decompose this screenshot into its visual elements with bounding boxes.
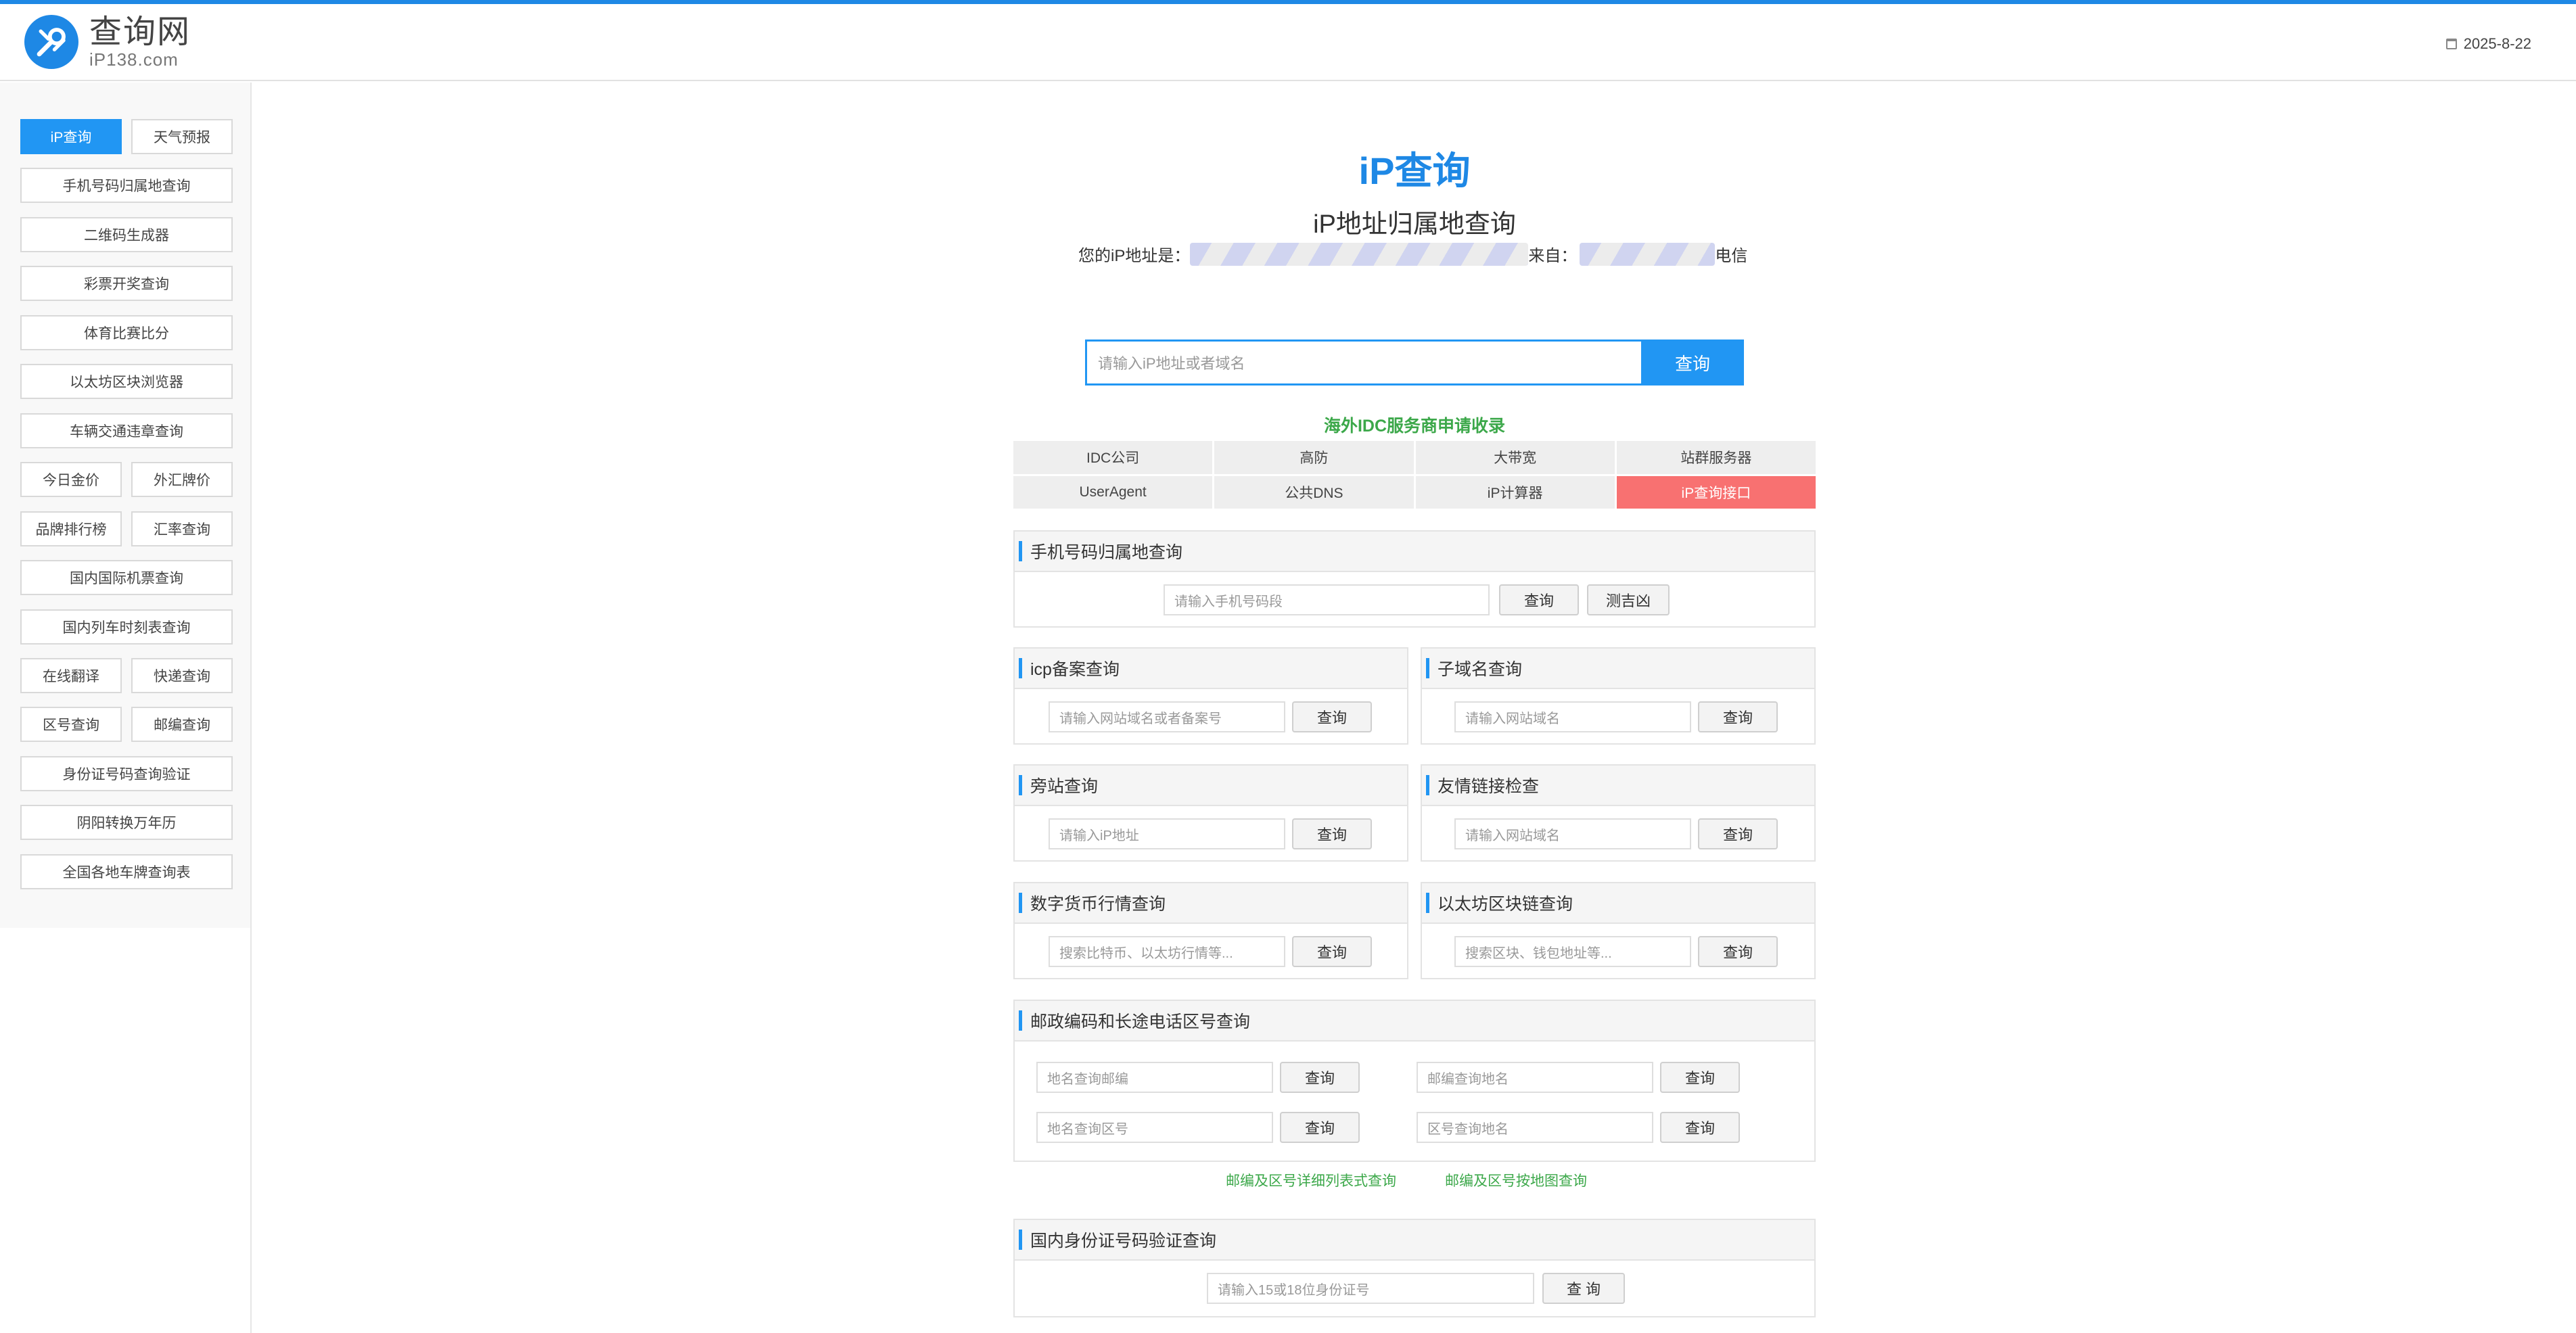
isp-text: 电信 xyxy=(1715,247,1748,265)
current-date: 2025-8-22 xyxy=(2445,35,2531,53)
sidebar: iP查询 天气预报 手机号码归属地查询 二维码生成器 彩票开奖查询 体育比赛比分… xyxy=(0,83,252,1333)
place-to-areacode-button[interactable]: 查询 xyxy=(1280,1112,1360,1143)
date-text: 2025-8-22 xyxy=(2463,35,2531,52)
subdomain-input[interactable]: 请输入网站域名 xyxy=(1454,701,1691,732)
my-ip-line: 您的iP地址是： 来自： 电信 xyxy=(1078,242,1747,266)
subdomain-panel-title: 子域名查询 xyxy=(1438,660,1523,679)
friendlink-query-button[interactable]: 查询 xyxy=(1698,818,1778,849)
sidebar-item-trains[interactable]: 国内列车时刻表查询 xyxy=(20,609,233,645)
sidebar-item-calendar[interactable]: 阴阳转换万年历 xyxy=(20,805,233,840)
wrench-logo-icon xyxy=(24,15,78,69)
eth-panel-title: 以太坊区块链查询 xyxy=(1438,895,1573,914)
crypto-input[interactable]: 搜索比特币、以太坊行情等... xyxy=(1049,936,1285,967)
phone-panel-title: 手机号码归属地查询 xyxy=(1030,543,1183,562)
sameip-panel: 旁站查询 请输入iP地址 查询 xyxy=(1013,764,1408,862)
sidebar-item-lottery[interactable]: 彩票开奖查询 xyxy=(20,266,233,301)
sidebar-item-postcode[interactable]: 邮编查询 xyxy=(131,707,233,742)
eth-panel: 以太坊区块链查询 搜索区块、钱包地址等... 查询 xyxy=(1421,882,1816,979)
idc-title[interactable]: 海外IDC服务商申请收录 xyxy=(253,413,2576,437)
sidebar-item-ethereum[interactable]: 以太坊区块浏览器 xyxy=(20,364,233,399)
logo-domain: iP138.com xyxy=(89,49,179,70)
icp-panel: icp备案查询 请输入网站域名或者备案号 查询 xyxy=(1013,647,1408,745)
from-label: 来自： xyxy=(1528,247,1578,265)
site-header: 查询网 iP138.com 2025-8-22 xyxy=(0,4,2576,81)
ip-search-input[interactable]: 请输入iP地址或者域名 xyxy=(1085,340,1641,385)
page-subtitle: iP地址归属地查询 xyxy=(1313,210,1516,239)
sidebar-item-areacode[interactable]: 区号查询 xyxy=(20,707,122,742)
sameip-panel-title: 旁站查询 xyxy=(1030,777,1099,796)
eth-query-button[interactable]: 查询 xyxy=(1698,936,1778,967)
site-logo[interactable]: 查询网 iP138.com xyxy=(24,15,191,69)
sameip-input[interactable]: 请输入iP地址 xyxy=(1049,818,1285,849)
postcode-to-place-button[interactable]: 查询 xyxy=(1660,1062,1740,1093)
place-to-areacode-input[interactable]: 地名查询区号 xyxy=(1036,1112,1273,1143)
idc-link-ip-api[interactable]: iP查询接口 xyxy=(1616,475,1816,509)
place-to-postcode-input[interactable]: 地名查询邮编 xyxy=(1036,1062,1273,1093)
sidebar-item-idcard[interactable]: 身份证号码查询验证 xyxy=(20,756,233,791)
friendlink-input[interactable]: 请输入网站域名 xyxy=(1454,818,1691,849)
sidebar-item-ip-query[interactable]: iP查询 xyxy=(20,119,122,154)
friendlink-panel-title: 友情链接检查 xyxy=(1438,777,1540,796)
sidebar-item-phone[interactable]: 手机号码归属地查询 xyxy=(20,168,233,203)
sidebar-item-weather[interactable]: 天气预报 xyxy=(131,119,233,154)
areacode-to-place-input[interactable]: 区号查询地名 xyxy=(1417,1112,1653,1143)
eth-input[interactable]: 搜索区块、钱包地址等... xyxy=(1454,936,1691,967)
areacode-to-place-button[interactable]: 查询 xyxy=(1660,1112,1740,1143)
idc-link-bandwidth[interactable]: 大带宽 xyxy=(1415,441,1615,474)
postal-panel: 邮政编码和长途电话区号查询 地名查询邮编 查询 邮编查询地名 查询 地名查询区号… xyxy=(1013,1000,1816,1162)
idc-link-ip-calculator[interactable]: iP计算器 xyxy=(1415,475,1615,509)
sameip-query-button[interactable]: 查询 xyxy=(1292,818,1372,849)
logo-name: 查询网 xyxy=(89,14,191,50)
postal-map-link[interactable]: 邮编及区号按地图查询 xyxy=(1445,1170,1587,1190)
phone-query-button[interactable]: 查询 xyxy=(1499,584,1579,615)
idcard-panel: 国内身份证号码验证查询 请输入15或18位身份证号 查 询 xyxy=(1013,1219,1816,1317)
sidebar-item-brand[interactable]: 品牌排行榜 xyxy=(20,511,122,546)
idcard-input[interactable]: 请输入15或18位身份证号 xyxy=(1207,1273,1534,1304)
icp-query-button[interactable]: 查询 xyxy=(1292,701,1372,732)
sidebar-item-flights[interactable]: 国内国际机票查询 xyxy=(20,560,233,595)
postal-list-link[interactable]: 邮编及区号详细列表式查询 xyxy=(1226,1170,1396,1190)
phone-fortune-button[interactable]: 测吉凶 xyxy=(1587,584,1670,615)
subdomain-query-button[interactable]: 查询 xyxy=(1698,701,1778,732)
crypto-panel-title: 数字货币行情查询 xyxy=(1030,895,1166,914)
main-content: iP查询 iP地址归属地查询 您的iP地址是： 来自： 电信 请输入iP地址或者… xyxy=(253,83,2576,1333)
place-to-postcode-button[interactable]: 查询 xyxy=(1280,1062,1360,1093)
postal-panel-title: 邮政编码和长途电话区号查询 xyxy=(1030,1012,1251,1031)
sidebar-item-plates[interactable]: 全国各地车牌查询表 xyxy=(20,854,233,889)
ip-search-form: 请输入iP地址或者域名 查询 xyxy=(1085,340,1744,385)
idc-link-grid: IDC公司 高防 大带宽 站群服务器 UserAgent 公共DNS iP计算器… xyxy=(1013,441,1816,509)
postcode-to-place-input[interactable]: 邮编查询地名 xyxy=(1417,1062,1653,1093)
phone-panel: 手机号码归属地查询 请输入手机号码段 查询 测吉凶 xyxy=(1013,530,1816,628)
sidebar-item-exchange[interactable]: 汇率查询 xyxy=(131,511,233,546)
sidebar-item-traffic[interactable]: 车辆交通违章查询 xyxy=(20,413,233,448)
idc-link-useragent[interactable]: UserAgent xyxy=(1013,475,1213,509)
icp-panel-title: icp备案查询 xyxy=(1030,660,1120,679)
sidebar-item-translate[interactable]: 在线翻译 xyxy=(20,658,122,693)
idcard-query-button[interactable]: 查 询 xyxy=(1542,1273,1625,1304)
subdomain-panel: 子域名查询 请输入网站域名 查询 xyxy=(1421,647,1816,745)
idc-link-site-servers[interactable]: 站群服务器 xyxy=(1616,441,1816,474)
ip-search-button[interactable]: 查询 xyxy=(1641,340,1744,385)
sidebar-item-forex[interactable]: 外汇牌价 xyxy=(131,462,233,497)
sidebar-item-qrcode[interactable]: 二维码生成器 xyxy=(20,217,233,252)
sidebar-item-gold[interactable]: 今日金价 xyxy=(20,462,122,497)
sidebar-item-express[interactable]: 快递查询 xyxy=(131,658,233,693)
idc-link-ddos[interactable]: 高防 xyxy=(1214,441,1414,474)
crypto-query-button[interactable]: 查询 xyxy=(1292,936,1372,967)
phone-input[interactable]: 请输入手机号码段 xyxy=(1164,584,1490,615)
idc-link-idc-company[interactable]: IDC公司 xyxy=(1013,441,1213,474)
my-ip-label: 您的iP地址是： xyxy=(1078,247,1191,265)
calendar-icon xyxy=(2445,39,2457,49)
idcard-panel-title: 国内身份证号码验证查询 xyxy=(1030,1232,1217,1250)
redacted-location xyxy=(1580,242,1716,266)
redacted-ip xyxy=(1190,242,1529,266)
idc-link-public-dns[interactable]: 公共DNS xyxy=(1214,475,1414,509)
crypto-panel: 数字货币行情查询 搜索比特币、以太坊行情等... 查询 xyxy=(1013,882,1408,979)
page-title: iP查询 xyxy=(1358,149,1471,192)
sidebar-item-sports[interactable]: 体育比赛比分 xyxy=(20,315,233,350)
icp-input[interactable]: 请输入网站域名或者备案号 xyxy=(1049,701,1285,732)
friendlink-panel: 友情链接检查 请输入网站域名 查询 xyxy=(1421,764,1816,862)
